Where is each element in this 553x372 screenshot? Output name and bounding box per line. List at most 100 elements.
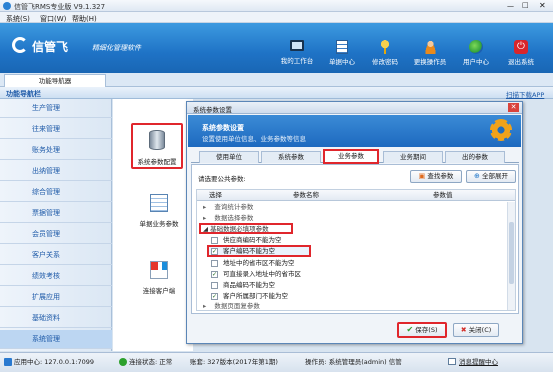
sidebar-item-bills[interactable]: 票据管理 <box>0 204 112 223</box>
checkbox-checked[interactable]: ✓ <box>211 293 218 300</box>
dialog-close-icon[interactable]: ✕ <box>508 103 519 112</box>
row-group-query[interactable]: ▸ 查询统计参数 <box>197 202 507 212</box>
row-group-data-select[interactable]: ▸ 数据选择参数 <box>197 213 507 223</box>
check-icon: ✔ <box>406 325 414 334</box>
maximize-button[interactable]: □ <box>522 1 529 9</box>
find-params-button[interactable]: ▣ 查找参数 <box>410 170 462 183</box>
sidebar-item-accounts[interactable]: 往来管理 <box>0 120 112 139</box>
sidebar: 生产管理 往来管理 账务处理 出纳管理 综合管理 票据管理 会员管理 客户关系 … <box>0 99 112 351</box>
document-icon <box>336 40 348 54</box>
row-group-page[interactable]: ▸ 数据页面复参数 <box>197 301 507 310</box>
header-banner: 信管飞 精细化管理软件 我的工作台 单据中心 修改密码 更换操作员 用户中心 ⏻… <box>0 23 553 73</box>
brand-name: 信管飞 <box>32 40 69 54</box>
system-params-button[interactable]: 系统参数配置 <box>131 123 183 169</box>
tab-output-params[interactable]: 出的参数 <box>445 151 505 163</box>
grid-scrollbar[interactable] <box>507 202 515 310</box>
row-customer-department[interactable]: ✓ 客户所属部门不能为空 <box>197 291 507 301</box>
database-gear-icon <box>149 130 165 150</box>
col-select: 选择 <box>209 191 222 199</box>
select-params-label: 请选要公共参数: <box>198 175 246 183</box>
connect-client-button[interactable]: 连接客户端 <box>132 261 186 295</box>
toolbar-switch-operator[interactable]: 更换操作员 <box>410 40 450 66</box>
expand-icon: ⊕ <box>474 172 480 180</box>
row-product-code[interactable]: 商品编码不能为空 <box>197 280 507 290</box>
col-value: 参数值 <box>433 191 453 199</box>
status-account: 账套: 327版本(2017年第1期) <box>190 358 278 366</box>
status-bar: 应用中心: 127.0.0.1:7099 连接状态: 正常 账套: 327版本(… <box>0 352 553 372</box>
tab-strip: 功能导航器 <box>0 73 553 87</box>
close-dialog-button[interactable]: ✖ 关闭(C) <box>453 323 499 337</box>
nav-title: 功能导航栏 <box>6 90 41 98</box>
sidebar-item-extensions[interactable]: 扩展应用 <box>0 288 112 307</box>
tab-system-params[interactable]: 系统参数 <box>261 151 321 163</box>
sidebar-item-cashier[interactable]: 出纳管理 <box>0 162 112 181</box>
dialog-tabs: 使用单位 系统参数 业务参数 业务期间 出的参数 <box>191 149 519 164</box>
brand-logo-icon <box>12 37 28 53</box>
checkbox[interactable] <box>211 282 218 289</box>
status-connection: 连接状态: 正常 <box>129 358 173 366</box>
gear-icon <box>490 119 512 141</box>
tab-navigator[interactable]: 功能导航器 <box>4 74 106 87</box>
monitor-icon <box>290 40 304 51</box>
tab-business-period[interactable]: 业务期间 <box>383 151 443 163</box>
checkbox[interactable] <box>211 237 218 244</box>
key-icon <box>379 40 391 54</box>
dialog-titlebar: 系统参数设置 ✕ <box>187 102 522 114</box>
toolbar-password[interactable]: 修改密码 <box>367 40 403 66</box>
globe-icon <box>469 40 483 54</box>
sidebar-item-members[interactable]: 会员管理 <box>0 225 112 244</box>
toolbar-workbench[interactable]: 我的工作台 <box>277 40 317 65</box>
window-title: 信管飞RMS专业版 V9.1.327 <box>14 3 106 11</box>
toolbar-user-center[interactable]: 用户中心 <box>458 40 494 66</box>
app-center-icon <box>4 358 12 366</box>
sidebar-item-system[interactable]: 系统管理 <box>0 330 112 349</box>
title-bar: 信管飞RMS专业版 V9.1.327 — □ ✕ <box>0 0 553 12</box>
close-button[interactable]: ✕ <box>539 1 546 10</box>
system-params-dialog: 系统参数设置 ✕ 系统参数设置 设置使用单位信息、业务参数等信息 使用单位 系统… <box>186 101 523 344</box>
document-params-button[interactable]: 单据业务参数 <box>132 194 186 228</box>
user-icon <box>423 40 437 54</box>
network-icon <box>150 261 168 279</box>
sidebar-item-finance[interactable]: 账务处理 <box>0 141 112 160</box>
row-group-required[interactable]: ◢ 基础数据必填项参数 <box>199 223 293 234</box>
sidebar-item-performance[interactable]: 绩效考核 <box>0 267 112 286</box>
grid-header: 选择 参数名称 参数值 <box>197 190 515 201</box>
toolbar-documents[interactable]: 单据中心 <box>324 40 360 66</box>
sidebar-item-crm[interactable]: 客户关系 <box>0 246 112 265</box>
tab-business-params[interactable]: 业务参数 <box>323 149 379 164</box>
toolbar-exit[interactable]: ⏻ 退出系统 <box>503 40 539 66</box>
function-panel: 系统参数配置 单据业务参数 连接客户端 <box>113 99 193 351</box>
sidebar-item-basic-data[interactable]: 基础资料 <box>0 309 112 328</box>
row-supplier-code[interactable]: 供应商编码不能为空 <box>197 235 507 245</box>
expand-all-button[interactable]: ⊕ 全部展开 <box>466 170 516 183</box>
checkbox-checked[interactable]: ✓ <box>211 271 218 278</box>
app-logo-icon <box>3 2 11 10</box>
sidebar-item-general[interactable]: 综合管理 <box>0 183 112 202</box>
params-panel: 请选要公共参数: ▣ 查找参数 ⊕ 全部展开 选择 参数名称 参数值 ▸ 查询统… <box>191 164 519 314</box>
col-name: 参数名称 <box>293 191 319 199</box>
form-gear-icon <box>150 194 168 212</box>
save-button[interactable]: ✔ 保存(S) <box>397 322 447 338</box>
checkbox-checked[interactable]: ✓ <box>211 248 218 255</box>
search-icon: ▣ <box>418 172 426 180</box>
menu-bar: 系统(S) 窗口(W) 帮助(H) <box>0 12 553 23</box>
checkbox[interactable] <box>211 260 218 267</box>
brand-slogan: 精细化管理软件 <box>92 44 141 52</box>
row-address-required[interactable]: 地址中的省市区不能为空 <box>197 258 507 268</box>
sidebar-item-production[interactable]: 生产管理 <box>0 99 112 118</box>
download-app-link[interactable]: 扫描下载APP <box>506 89 544 99</box>
scrollbar-thumb[interactable] <box>509 222 514 284</box>
row-customer-code[interactable]: ✓ 客户编码不能为空 <box>207 245 311 257</box>
message-center-link[interactable]: 消息提醒中心 <box>459 353 498 371</box>
message-icon <box>448 358 456 365</box>
minimize-button[interactable]: — <box>507 2 514 10</box>
nav-header: 功能导航栏 扫描下载APP <box>0 87 553 99</box>
tab-company[interactable]: 使用单位 <box>199 151 259 163</box>
dialog-header-title: 系统参数设置 <box>202 124 244 132</box>
status-app-center: 应用中心: 127.0.0.1:7099 <box>14 358 94 366</box>
close-icon: ✖ <box>460 326 467 334</box>
dialog-header-subtitle: 设置使用单位信息、业务参数等信息 <box>202 135 306 143</box>
row-address-direct-input[interactable]: ✓ 可直接录入地址中的省市区 <box>197 269 507 279</box>
connect-ok-icon <box>119 358 127 366</box>
power-icon: ⏻ <box>514 40 528 54</box>
